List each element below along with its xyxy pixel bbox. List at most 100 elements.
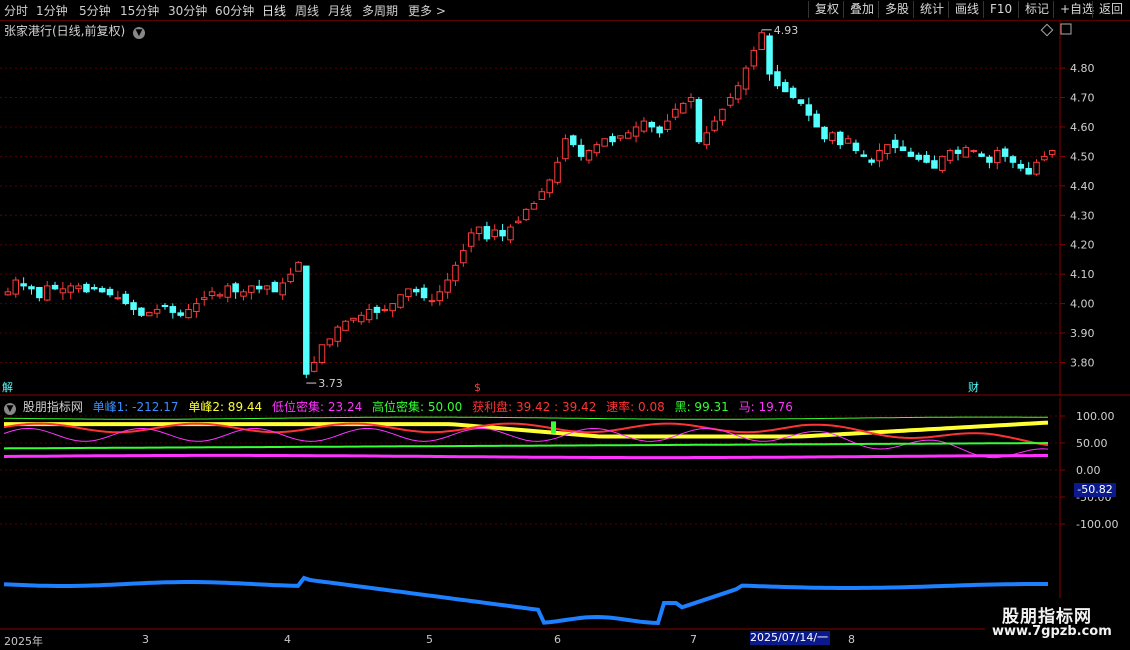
- candle-body: [169, 306, 177, 313]
- candle-body: [915, 154, 922, 160]
- candle-body: [899, 146, 907, 152]
- candle-body: [358, 314, 365, 323]
- candle-body: [695, 99, 703, 143]
- series-line-red: [3, 422, 1049, 447]
- candle-body: [711, 120, 718, 131]
- cursor-value-tag: -50.82: [1074, 483, 1116, 497]
- indicator-chart[interactable]: 100.0050.000.00-50.00-100.00: [0, 398, 1130, 630]
- price-axis-label: 4.70: [1070, 92, 1095, 105]
- cursor-date-tag: 2025/07/14/一: [750, 631, 830, 645]
- tab-weekly[interactable]: 周线: [295, 2, 319, 19]
- indicator-axis-label: 100.00: [1076, 410, 1115, 423]
- candle-body: [679, 102, 687, 114]
- timeline-label: 2025年: [4, 635, 43, 648]
- price-axis-label: 4.00: [1070, 298, 1095, 311]
- candle-body: [868, 159, 875, 163]
- candle-body: [389, 303, 396, 312]
- candle-body: [1033, 161, 1040, 175]
- candle-body: [287, 273, 294, 283]
- candle-body: [75, 285, 82, 290]
- candle-body: [907, 151, 915, 157]
- candle-body: [255, 285, 263, 290]
- candle-body: [789, 87, 797, 99]
- candle-body: [373, 306, 381, 313]
- price-axis-label: 3.80: [1070, 356, 1095, 369]
- candle-body: [601, 138, 608, 147]
- candle-body: [248, 285, 255, 293]
- candle-body: [232, 283, 239, 293]
- candle-body: [1009, 156, 1017, 163]
- candle-body: [43, 285, 51, 301]
- candle-body: [664, 120, 671, 130]
- timeline-label: 6: [554, 633, 561, 646]
- candle-body: [766, 35, 773, 75]
- overlay-button[interactable]: 叠加: [843, 1, 880, 18]
- candle-body: [20, 283, 27, 287]
- candle-body: [813, 113, 820, 128]
- candle-body: [836, 131, 844, 146]
- candle-body: [271, 281, 279, 293]
- candle-body: [412, 288, 420, 293]
- price-axis-label: 4.30: [1070, 209, 1095, 222]
- candle-body: [114, 297, 122, 300]
- indicator-axis-label: 50.00: [1076, 437, 1108, 450]
- series-line-magenta-low: [3, 453, 1048, 460]
- candle-body: [1041, 155, 1048, 161]
- candle-body: [436, 291, 444, 302]
- tab-5min[interactable]: 5分钟: [79, 2, 111, 19]
- candle-body: [397, 294, 404, 308]
- candle-body: [656, 126, 663, 134]
- candle-body: [295, 261, 302, 272]
- candle-body: [852, 142, 860, 152]
- candle-body: [263, 285, 271, 290]
- stats-button[interactable]: 统计: [913, 1, 950, 18]
- candlestick-chart[interactable]: 4.80 4.70 4.60 4.50 4.40 4.30 4.20 4.10 4.00 3.90…: [0, 21, 1130, 396]
- candle-body: [758, 32, 765, 50]
- candle-body: [224, 285, 232, 298]
- tab-1min[interactable]: 1分钟: [36, 2, 68, 19]
- candle-body: [797, 99, 805, 104]
- candle-body: [931, 160, 938, 169]
- mark-button[interactable]: 标记: [1018, 1, 1055, 18]
- tab-more[interactable]: 更多 >: [408, 2, 446, 19]
- tab-multi-period[interactable]: 多周期: [362, 2, 398, 19]
- tab-60min[interactable]: 60分钟: [215, 2, 254, 19]
- candle-body: [970, 150, 977, 153]
- candle-body: [452, 264, 459, 282]
- timeline-label: 4: [284, 633, 291, 646]
- timeline-label: 8: [848, 633, 855, 646]
- candle-body: [978, 153, 985, 157]
- f10-button[interactable]: F10: [983, 1, 1018, 18]
- tab-daily[interactable]: 日线: [262, 2, 286, 19]
- candle-body: [954, 149, 962, 154]
- candle-body: [420, 287, 428, 299]
- candle-body: [1017, 163, 1025, 169]
- candle-body: [515, 220, 522, 224]
- candle-body: [350, 317, 357, 321]
- back-button[interactable]: 返回: [1092, 1, 1129, 18]
- draw-button[interactable]: 画线: [948, 1, 985, 18]
- tab-30min[interactable]: 30分钟: [168, 2, 207, 19]
- tab-15min[interactable]: 15分钟: [120, 2, 159, 19]
- timeline-label: 5: [426, 633, 433, 646]
- candle-body: [687, 97, 695, 102]
- tab-monthly[interactable]: 月线: [328, 2, 352, 19]
- candle-body: [303, 265, 310, 375]
- watermark-url: www.7gpzb.com: [992, 624, 1112, 639]
- candle-body: [185, 308, 192, 319]
- candle-body: [703, 132, 710, 146]
- candle-body: [624, 132, 632, 139]
- panel-toggle-icon: [1060, 23, 1072, 35]
- candle-body: [91, 287, 98, 290]
- candle-body: [742, 67, 750, 90]
- fq-button[interactable]: 复权: [808, 1, 845, 18]
- signal-marker: [551, 421, 556, 434]
- candle-body: [593, 144, 601, 154]
- candle-body: [381, 308, 389, 311]
- candle-body: [774, 71, 781, 87]
- low-label: 3.73: [318, 377, 343, 390]
- multi-stock-button[interactable]: 多股: [878, 1, 915, 18]
- candle-body: [672, 108, 679, 118]
- tab-timeshare[interactable]: 分时: [4, 2, 28, 19]
- candle-body: [884, 144, 891, 154]
